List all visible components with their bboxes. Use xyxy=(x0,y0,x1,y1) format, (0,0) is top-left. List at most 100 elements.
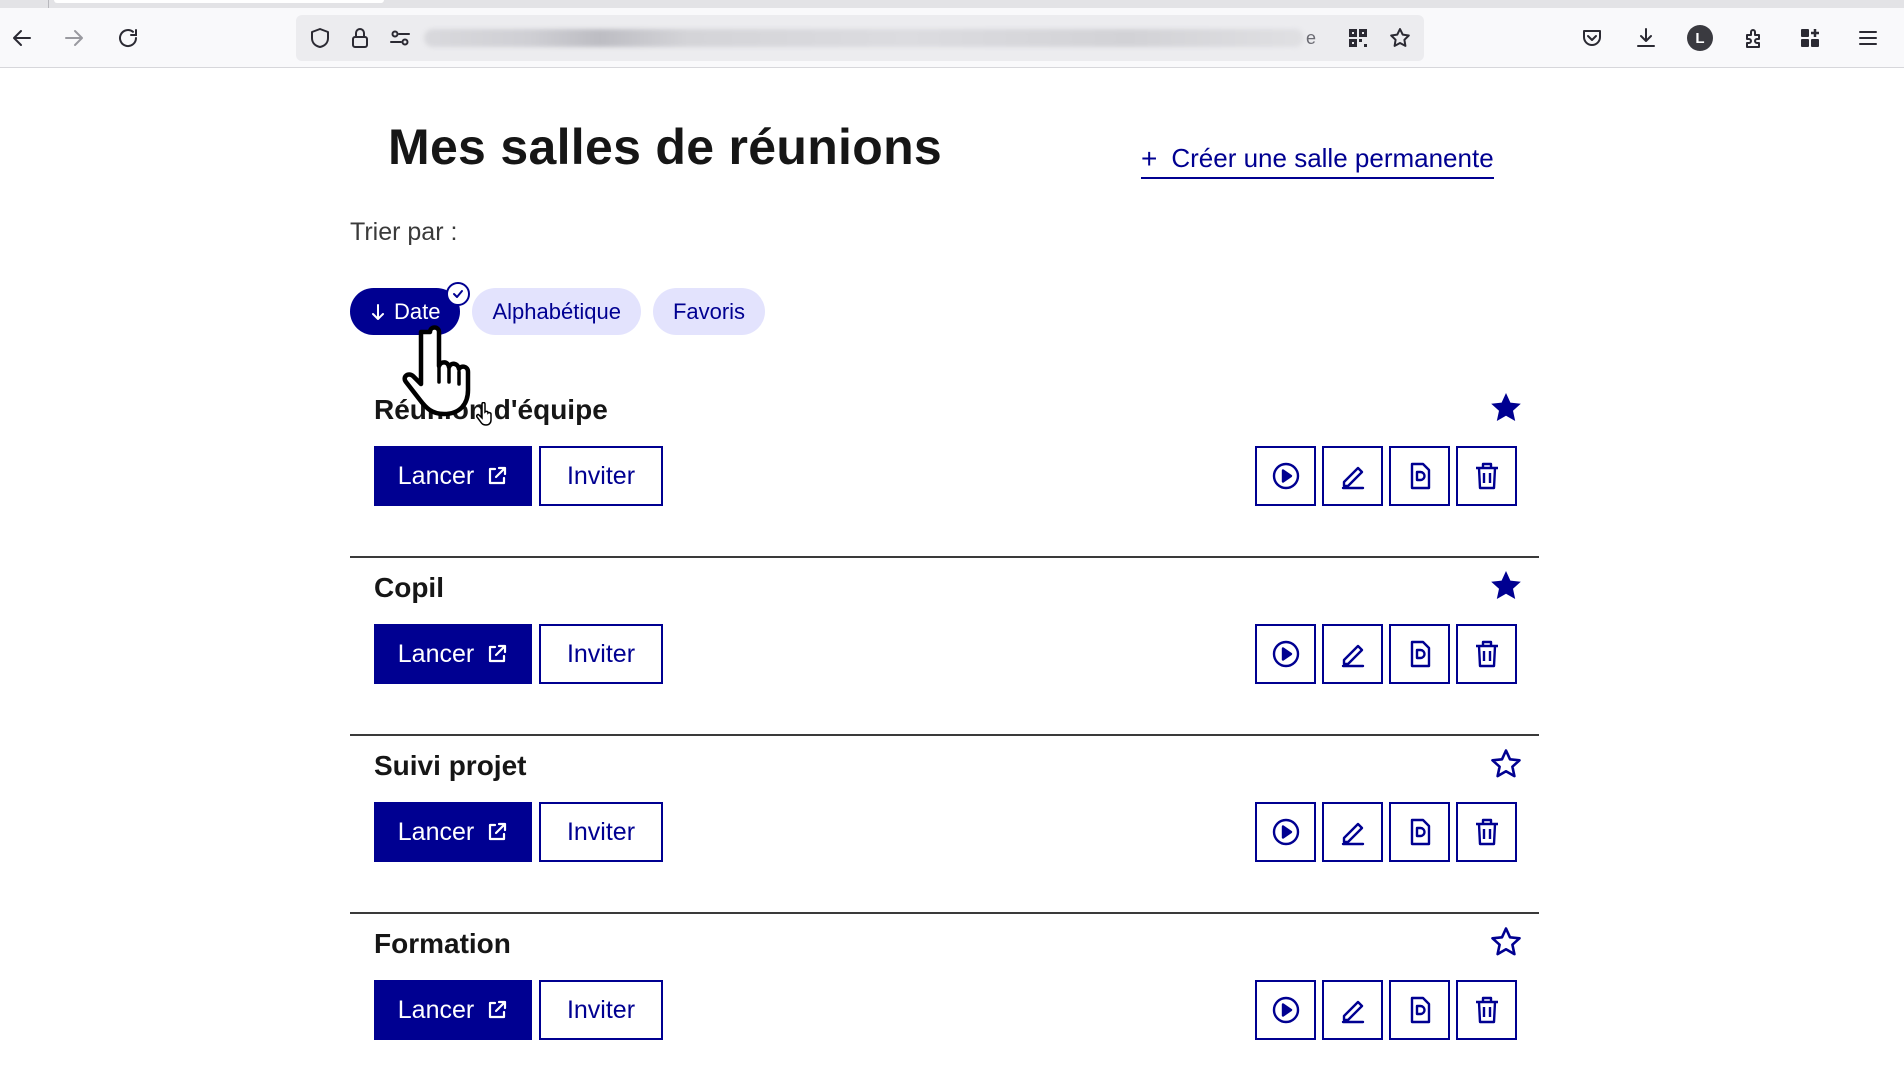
sort-options: Date Alphabétique Favoris xyxy=(350,282,766,335)
sort-chip-label: Alphabétique xyxy=(492,298,621,324)
room-name: Réunion d'équipe xyxy=(374,394,608,425)
apps-icon xyxy=(1801,29,1819,47)
start-recording-button[interactable] xyxy=(1255,624,1316,684)
download-icon xyxy=(1637,28,1655,47)
external-link-icon xyxy=(489,466,507,485)
room-actions xyxy=(1255,802,1517,862)
play-icon xyxy=(1272,818,1299,846)
room-actions xyxy=(1255,624,1517,684)
edit-room-button[interactable] xyxy=(1322,446,1383,506)
lock-icon[interactable] xyxy=(348,26,372,50)
invite-button[interactable]: Inviter xyxy=(539,980,663,1040)
external-link-icon xyxy=(489,644,507,663)
arrow-down-icon xyxy=(372,303,384,320)
create-room-link[interactable]: + Créer une salle permanente xyxy=(1141,143,1494,179)
edit-room-button[interactable] xyxy=(1322,980,1383,1040)
room-name: Suivi projet xyxy=(374,750,527,781)
active-tab[interactable] xyxy=(54,0,384,3)
invite-button[interactable]: Inviter xyxy=(539,446,663,506)
reload-icon xyxy=(119,29,138,47)
delete-room-button[interactable] xyxy=(1456,980,1517,1040)
launch-button[interactable]: Lancer xyxy=(374,980,532,1040)
room-actions xyxy=(1255,980,1517,1040)
apps-button[interactable] xyxy=(1794,22,1826,54)
back-button[interactable] xyxy=(6,22,38,54)
favorite-star-outline-icon[interactable] xyxy=(1488,924,1524,960)
page-title: Mes salles de réunions xyxy=(388,119,943,175)
play-icon xyxy=(1272,640,1299,668)
create-room-label: Créer une salle permanente xyxy=(1171,143,1494,173)
menu-button[interactable] xyxy=(1852,22,1884,54)
invite-button-label: Inviter xyxy=(566,817,636,846)
trash-icon xyxy=(1475,818,1498,846)
room-item: Copil Lancer Inviter xyxy=(350,558,1539,736)
launch-button[interactable]: Lancer xyxy=(374,802,532,862)
edit-pencil-icon xyxy=(1341,466,1364,490)
bookmark-star-icon[interactable] xyxy=(1388,26,1412,50)
start-recording-button[interactable] xyxy=(1255,980,1316,1040)
url-text-blurred[interactable] xyxy=(424,29,1304,47)
sort-label: Trier par : xyxy=(350,218,458,246)
document-icon xyxy=(1410,996,1430,1024)
check-icon xyxy=(446,282,471,306)
delete-room-button[interactable] xyxy=(1456,624,1517,684)
avatar: L xyxy=(1687,25,1713,51)
room-list: Réunion d'équipe Lancer Inviter Copil Lancer… xyxy=(350,380,1539,1071)
invite-button-label: Inviter xyxy=(566,639,636,668)
pocket-button[interactable] xyxy=(1576,22,1608,54)
start-recording-button[interactable] xyxy=(1255,446,1316,506)
start-recording-button[interactable] xyxy=(1255,802,1316,862)
profile-button[interactable]: L xyxy=(1684,22,1716,54)
edit-room-button[interactable] xyxy=(1322,802,1383,862)
invite-button-label: Inviter xyxy=(566,995,636,1024)
room-details-button[interactable] xyxy=(1389,802,1450,862)
plus-icon: + xyxy=(1141,142,1158,174)
delete-room-button[interactable] xyxy=(1456,802,1517,862)
tab-separator xyxy=(48,0,49,8)
reload-button[interactable] xyxy=(112,22,144,54)
room-name: Formation xyxy=(374,928,511,959)
favorite-star-outline-icon[interactable] xyxy=(1488,746,1524,782)
room-item: Réunion d'équipe Lancer Inviter xyxy=(350,380,1539,558)
downloads-button[interactable] xyxy=(1630,22,1662,54)
document-icon xyxy=(1410,818,1430,846)
url-bar[interactable]: e xyxy=(296,15,1424,61)
external-link-icon xyxy=(489,1000,507,1019)
sort-chip-favorites[interactable]: Favoris xyxy=(652,288,766,335)
forward-icon xyxy=(65,30,83,46)
edit-pencil-icon xyxy=(1341,822,1364,846)
sort-chip-date[interactable]: Date xyxy=(350,282,471,335)
launch-button[interactable]: Lancer xyxy=(374,624,532,684)
invite-button[interactable]: Inviter xyxy=(539,802,663,862)
edit-room-button[interactable] xyxy=(1322,624,1383,684)
favorite-star-filled-icon[interactable] xyxy=(1488,390,1524,426)
room-details-button[interactable] xyxy=(1389,980,1450,1040)
room-details-button[interactable] xyxy=(1389,446,1450,506)
favorite-star-filled-icon[interactable] xyxy=(1488,568,1524,604)
edit-pencil-icon xyxy=(1341,644,1364,668)
trash-icon xyxy=(1475,996,1498,1024)
forward-button[interactable] xyxy=(58,22,90,54)
launch-button-label: Lancer xyxy=(397,817,475,846)
delete-room-button[interactable] xyxy=(1456,446,1517,506)
room-actions xyxy=(1255,446,1517,506)
document-icon xyxy=(1410,640,1430,668)
launch-button-label: Lancer xyxy=(397,461,475,490)
back-icon xyxy=(13,30,31,46)
extensions-icon xyxy=(1746,29,1760,48)
invite-button[interactable]: Inviter xyxy=(539,624,663,684)
sort-chip-alphabetical[interactable]: Alphabétique xyxy=(472,288,641,335)
play-icon xyxy=(1272,996,1299,1024)
room-details-button[interactable] xyxy=(1389,624,1450,684)
menu-icon xyxy=(1859,31,1877,45)
extensions-button[interactable] xyxy=(1738,22,1770,54)
room-name: Copil xyxy=(374,572,444,603)
launch-button[interactable]: Lancer xyxy=(374,446,532,506)
external-link-icon xyxy=(489,822,507,841)
document-icon xyxy=(1410,462,1430,490)
shield-icon[interactable] xyxy=(308,26,332,50)
permissions-icon[interactable] xyxy=(388,26,412,50)
trash-icon xyxy=(1475,462,1498,490)
invite-button-label: Inviter xyxy=(566,461,636,490)
qr-code-icon[interactable] xyxy=(1346,26,1370,50)
